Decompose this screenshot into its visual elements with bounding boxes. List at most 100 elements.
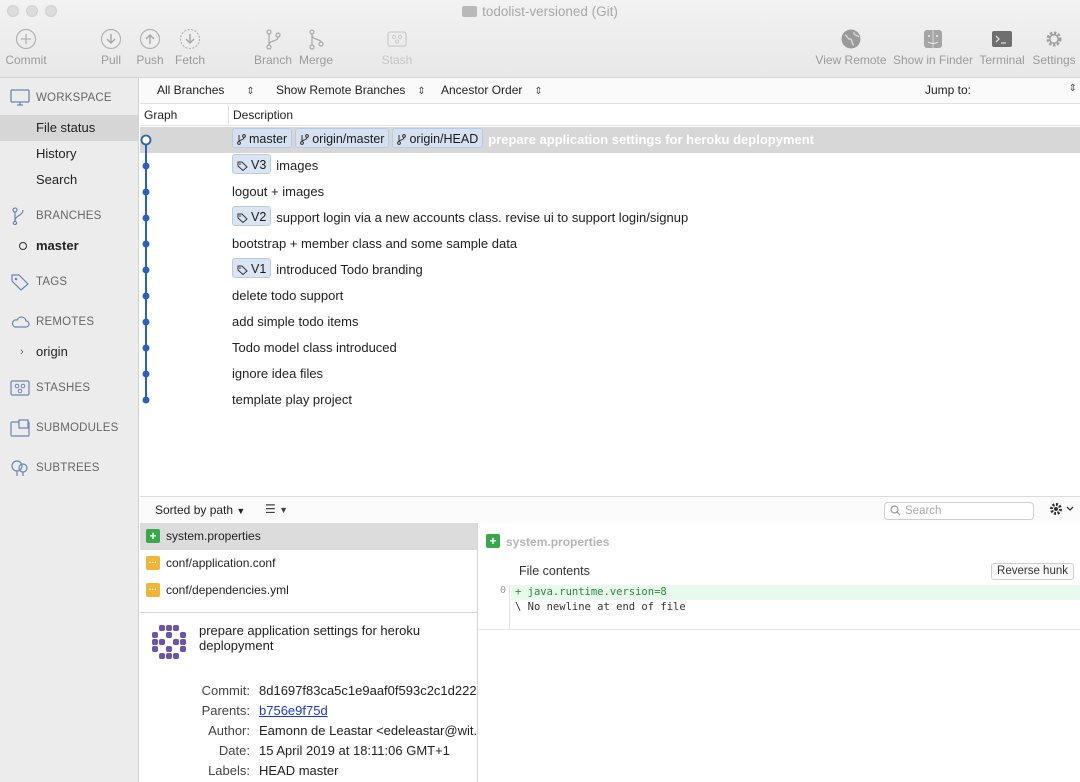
commit-node[interactable] xyxy=(142,214,150,222)
file-search-input[interactable]: Search xyxy=(884,502,1034,520)
author-value: Eamonn de Leastar <edeleastar@wit. xyxy=(259,723,477,738)
added-file-icon: + xyxy=(486,534,500,548)
branches-filter-select[interactable]: All Branches ⇕ xyxy=(157,83,255,97)
commit-node[interactable] xyxy=(142,344,150,352)
commit-list-header: Graph Description xyxy=(140,104,1080,126)
view-remote-button[interactable]: View Remote xyxy=(811,28,891,67)
monitor-icon xyxy=(10,89,30,106)
commit-node[interactable] xyxy=(142,266,150,274)
sidebar-item-file-status[interactable]: File status xyxy=(0,115,138,141)
globe-icon xyxy=(841,29,861,49)
commit-list: master origin/master origin/HEAD prepare ap… xyxy=(140,127,1080,413)
branch-label[interactable]: master xyxy=(232,128,293,148)
list-icon: ☰ xyxy=(265,502,276,516)
tag-label[interactable]: V2 xyxy=(232,206,272,226)
no-newline-note: \ No newline at end of file xyxy=(515,601,686,613)
commit-row[interactable]: V1 introduced Todo branding xyxy=(140,257,1080,283)
tag-label[interactable]: V3 xyxy=(232,154,272,174)
branch-icon xyxy=(397,134,407,145)
commit-row[interactable]: add simple todo items xyxy=(140,309,1080,335)
commit-node[interactable] xyxy=(142,292,150,300)
sidebar-item-remote-origin[interactable]: › origin xyxy=(0,339,138,365)
file-list-toolbar: Sorted by path ▼ ☰ ▼ Search xyxy=(140,497,1080,523)
graph-column-header[interactable]: Graph xyxy=(144,108,177,122)
commit-node[interactable] xyxy=(142,162,150,170)
labels-value: HEAD master xyxy=(259,763,339,778)
current-branch-icon xyxy=(19,242,27,250)
filter-bar: All Branches ⇕ Show Remote Branches ⇕ Ance… xyxy=(140,78,1080,104)
author-row: Author: Eamonn de Leastar <edeleastar@wit… xyxy=(208,723,477,738)
stash-button[interactable]: Stash xyxy=(365,28,429,67)
remote-branches-select[interactable]: Show Remote Branches ⇕ xyxy=(276,83,426,97)
sidebar-section-submodules[interactable]: SUBMODULES xyxy=(10,418,119,438)
file-name: conf/dependencies.yml xyxy=(166,583,289,597)
stash-icon xyxy=(10,380,30,396)
added-file-icon: + xyxy=(146,529,160,543)
modified-file-icon: ··· xyxy=(146,556,160,570)
added-line: + java.runtime.version=8 xyxy=(511,585,1080,600)
commit-row[interactable]: ignore idea files xyxy=(140,361,1080,387)
commit-row[interactable]: V3 images xyxy=(140,153,1080,179)
labels-row: Labels: HEAD master xyxy=(208,763,339,778)
description-column-header[interactable]: Description xyxy=(233,108,293,122)
avatar xyxy=(149,622,189,662)
chevron-down-icon: ▼ xyxy=(279,505,289,515)
jump-to-select[interactable]: Jump to: ⇕ xyxy=(925,83,1080,97)
sidebar-section-workspace[interactable]: WORKSPACE xyxy=(10,88,112,108)
commit-row[interactable]: logout + images xyxy=(140,179,1080,205)
commit-row[interactable]: template play project xyxy=(140,387,1080,413)
sidebar-item-history[interactable]: History xyxy=(0,141,138,167)
sidebar-section-subtrees[interactable]: SUBTREES xyxy=(10,458,100,478)
diff-file-header: + system.properties xyxy=(486,532,609,549)
branch-label[interactable]: origin/master xyxy=(295,128,390,148)
commit-row[interactable]: Todo model class introduced xyxy=(140,335,1080,361)
tag-label[interactable]: V1 xyxy=(232,258,272,278)
commit-node[interactable] xyxy=(142,188,150,196)
updown-chevron-icon: ⇕ xyxy=(1068,83,1077,94)
gear-icon xyxy=(1046,31,1062,47)
sidebar-section-tags[interactable]: TAGS xyxy=(10,272,67,292)
commit-description: add simple todo items xyxy=(232,309,358,335)
commit-row[interactable]: delete todo support xyxy=(140,283,1080,309)
commit-hash: 8d1697f83ca5c1e9aaf0f593c2c1d222 xyxy=(259,683,477,698)
commit-node[interactable] xyxy=(140,134,152,146)
commit-node[interactable] xyxy=(142,370,150,378)
order-select[interactable]: Ancestor Order ⇕ xyxy=(441,83,543,97)
commit-button[interactable]: Commit xyxy=(0,28,58,67)
view-mode-select[interactable]: ☰ ▼ xyxy=(265,502,288,516)
show-in-finder-button[interactable]: Show in Finder xyxy=(892,28,974,67)
reverse-hunk-button[interactable]: Reverse hunk xyxy=(991,563,1074,580)
commit-row[interactable]: master origin/master origin/HEAD prepare ap… xyxy=(140,127,1080,153)
tag-icon xyxy=(237,265,248,276)
commit-node[interactable] xyxy=(142,318,150,326)
merge-button[interactable]: Merge xyxy=(284,28,348,67)
sidebar-section-remotes[interactable]: REMOTES xyxy=(10,312,94,332)
commit-row[interactable]: bootstrap + member class and some sample… xyxy=(140,231,1080,257)
sidebar-section-branches[interactable]: BRANCHES xyxy=(10,206,102,226)
sidebar-item-branch-master[interactable]: master xyxy=(0,233,138,259)
parent-link[interactable]: b756e9f75d xyxy=(259,703,328,718)
modified-file-icon: ··· xyxy=(146,583,160,597)
branch-label[interactable]: origin/HEAD xyxy=(392,128,484,148)
submodule-icon xyxy=(10,419,30,437)
chevron-right-icon: › xyxy=(20,346,24,358)
changed-file-row[interactable]: + system.properties xyxy=(140,523,477,550)
commit-message-text: images xyxy=(276,158,319,173)
commit-row[interactable]: V2 support login via a new accounts class… xyxy=(140,205,1080,231)
commit-node[interactable] xyxy=(142,240,150,248)
commit-message-text: support login via a new accounts class. … xyxy=(276,210,689,225)
diff-view: + system.properties File contents Reverse… xyxy=(478,523,1080,782)
commit-node[interactable] xyxy=(142,396,150,404)
changed-file-row[interactable]: ··· conf/application.conf xyxy=(140,550,477,577)
fetch-button[interactable]: Fetch xyxy=(158,28,222,67)
sidebar-item-search[interactable]: Search xyxy=(0,167,138,193)
changed-file-row[interactable]: ··· conf/dependencies.yml xyxy=(140,577,477,604)
commit-hash-row: Commit: 8d1697f83ca5c1e9aaf0f593c2c1d222 xyxy=(201,683,477,698)
sidebar-section-stashes[interactable]: STASHES xyxy=(10,378,90,398)
merge-icon xyxy=(309,29,324,50)
commit-description: bootstrap + member class and some sample… xyxy=(232,231,517,257)
sort-by-path-select[interactable]: Sorted by path ▼ xyxy=(155,503,245,517)
options-gear-button[interactable] xyxy=(1048,501,1076,520)
settings-button[interactable]: Settings xyxy=(1022,28,1080,67)
changed-files-list: + system.properties ··· conf/application.co… xyxy=(140,523,477,613)
